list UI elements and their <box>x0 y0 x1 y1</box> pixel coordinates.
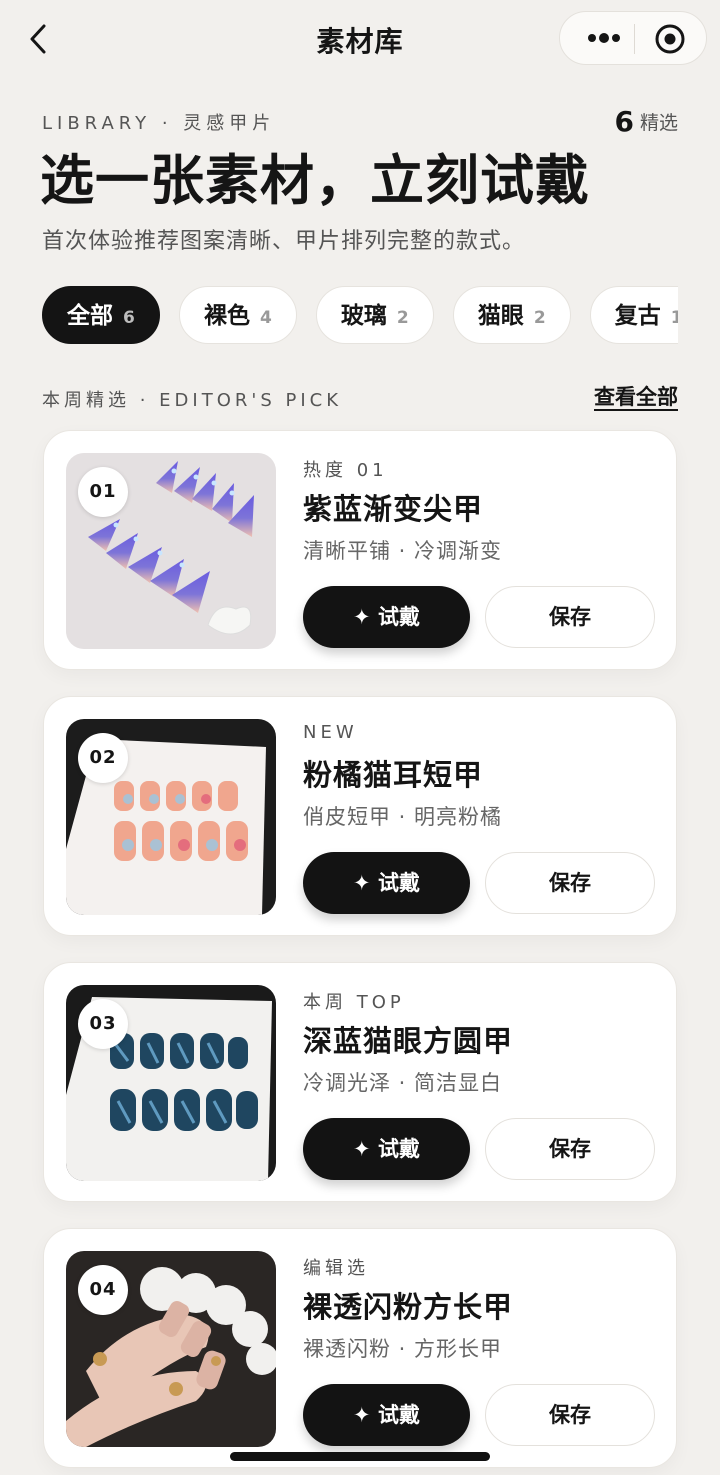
rank-badge: 02 <box>78 733 128 783</box>
mini-program-capsule <box>559 11 707 65</box>
chip-count: 4 <box>259 308 272 328</box>
card-description: 冷调光泽 · 简洁显白 <box>303 1071 503 1095</box>
featured-count: 6 精选 <box>615 105 679 138</box>
chip-all[interactable]: 全部 6 <box>42 286 160 344</box>
chip-glass[interactable]: 玻璃 2 <box>315 286 434 344</box>
chip-label: 复古 <box>614 303 661 329</box>
nail-thumbnail[interactable]: 01 <box>66 453 276 649</box>
more-dots-icon[interactable] <box>578 22 634 54</box>
card-title: 裸透闪粉方长甲 <box>303 1290 514 1324</box>
chip-retro[interactable]: 复古 1 <box>589 286 678 344</box>
nail-thumbnail[interactable]: 04 <box>66 1251 276 1447</box>
card-tag: 编辑选 <box>303 1258 369 1279</box>
save-button[interactable]: 保存 <box>485 586 655 648</box>
chip-label: 猫眼 <box>477 303 524 329</box>
headline: 选一张素材，立刻试戴 <box>40 149 590 212</box>
chip-count: 1 <box>670 308 678 328</box>
card-title: 粉橘猫耳短甲 <box>303 758 484 792</box>
chip-label: 裸色 <box>203 303 250 329</box>
chip-nude[interactable]: 裸色 4 <box>178 286 297 344</box>
material-card[interactable]: 03 本周 TOP 深蓝猫眼方圆甲 冷调光泽 · 简洁显白 ✦ 试戴 保存 <box>43 962 677 1202</box>
subline: 首次体验推荐图案清晰、甲片排列完整的款式。 <box>42 229 526 254</box>
save-button[interactable]: 保存 <box>485 852 655 914</box>
card-tag: 本周 TOP <box>303 992 405 1013</box>
chip-count: 2 <box>533 308 546 328</box>
try-on-button[interactable]: ✦ 试戴 <box>303 1118 470 1180</box>
card-title: 紫蓝渐变尖甲 <box>303 492 484 526</box>
view-all-link[interactable]: 查看全部 <box>594 381 678 411</box>
card-description: 裸透闪粉 · 方形长甲 <box>303 1337 503 1361</box>
chip-count: 6 <box>123 308 135 328</box>
featured-count-label: 精选 <box>639 112 678 134</box>
try-on-button[interactable]: ✦ 试戴 <box>303 852 470 914</box>
chip-label: 玻璃 <box>340 303 387 329</box>
chip-count: 2 <box>396 308 409 328</box>
try-on-button[interactable]: ✦ 试戴 <box>303 586 470 648</box>
featured-count-number: 6 <box>614 105 634 138</box>
nail-thumbnail[interactable]: 03 <box>66 985 276 1181</box>
card-description: 清晰平铺 · 冷调渐变 <box>303 539 503 563</box>
material-card[interactable]: 02 NEW 粉橘猫耳短甲 俏皮短甲 · 明亮粉橘 ✦ 试戴 保存 <box>43 696 677 936</box>
card-title: 深蓝猫眼方圆甲 <box>303 1024 514 1058</box>
save-button[interactable]: 保存 <box>485 1118 655 1180</box>
nail-thumbnail[interactable]: 02 <box>66 719 276 915</box>
navigation-bar: 素材库 <box>0 0 720 80</box>
chip-label: 全部 <box>67 303 113 329</box>
card-tag: NEW <box>303 722 358 743</box>
try-on-button[interactable]: ✦ 试戴 <box>303 1384 470 1446</box>
capsule-divider <box>634 24 635 54</box>
rank-badge: 03 <box>78 999 128 1049</box>
material-card[interactable]: 01 热度 01 紫蓝渐变尖甲 清晰平铺 · 冷调渐变 ✦ 试戴 保存 <box>43 430 677 670</box>
card-tag: 热度 01 <box>303 460 388 481</box>
home-indicator <box>230 1452 490 1461</box>
material-card[interactable]: 04 编辑选 裸透闪粉方长甲 裸透闪粉 · 方形长甲 ✦ 试戴 保存 <box>43 1228 677 1468</box>
target-circle-icon[interactable] <box>652 22 688 56</box>
rank-badge: 01 <box>78 467 128 517</box>
library-eyebrow: LIBRARY · 灵感甲片 <box>42 113 276 134</box>
chip-cat-eye[interactable]: 猫眼 2 <box>452 286 571 344</box>
section-label: 本周精选 · EDITOR'S PICK <box>42 390 343 411</box>
save-button[interactable]: 保存 <box>485 1384 655 1446</box>
category-chips: 全部 6 裸色 4 玻璃 2 猫眼 2 复古 1 <box>42 286 678 346</box>
card-description: 俏皮短甲 · 明亮粉橘 <box>303 805 503 829</box>
rank-badge: 04 <box>78 1265 128 1315</box>
